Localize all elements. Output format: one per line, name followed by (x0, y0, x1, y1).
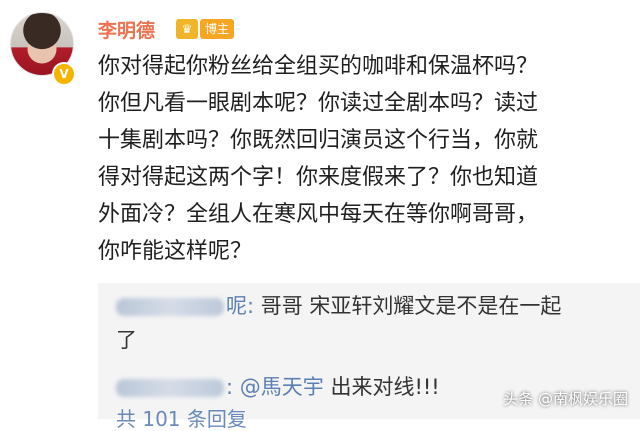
watermark: 头条 @南枫娱乐圈 (503, 390, 628, 408)
verified-badge-icon: V (52, 62, 76, 86)
reply-item[interactable]: 呢: 哥哥 宋亚轩刘耀文是不是在一起 了 (116, 289, 636, 357)
more-replies-link[interactable]: 共 101 条回复 (116, 407, 247, 431)
reply-item[interactable]: : @馬天宇 出来对线!!! (116, 370, 440, 404)
post-line: 得对得起这两个字！你来度假来了？你也知道 (98, 165, 539, 190)
author-name[interactable]: 李明德 (98, 16, 155, 43)
blurred-username[interactable] (116, 379, 224, 397)
post-line: 你咋能这样呢？ (98, 239, 253, 264)
post-line: 你对得起你粉丝给全组买的咖啡和保温杯吗？ (98, 54, 539, 79)
blurred-username[interactable] (116, 298, 224, 316)
reply-name-suffix: 呢: (226, 294, 255, 318)
reply-text: 出来对线!!! (323, 375, 440, 399)
crown-icon: ♛ (176, 19, 198, 39)
post-body: 你对得起你粉丝给全组买的咖啡和保温杯吗？ 你但凡看一眼剧本呢？你读过全剧本吗？读… (98, 48, 638, 270)
mention-link[interactable]: @馬天宇 (233, 375, 324, 399)
reply-text-continued: 了 (116, 328, 137, 352)
reply-text: 哥哥 宋亚轩刘耀文是不是在一起 (254, 294, 562, 318)
post-line: 你但凡看一眼剧本呢？你读过全剧本吗？读过 (98, 91, 539, 116)
post-line: 外面冷？全组人在寒风中每天在等你啊哥哥， (98, 202, 539, 227)
blogger-badge-label: 博主 (200, 19, 235, 39)
blogger-badge: ♛ 博主 (176, 18, 235, 40)
post-line: 十集剧本吗？你既然回归演员这个行当，你就 (98, 128, 539, 153)
